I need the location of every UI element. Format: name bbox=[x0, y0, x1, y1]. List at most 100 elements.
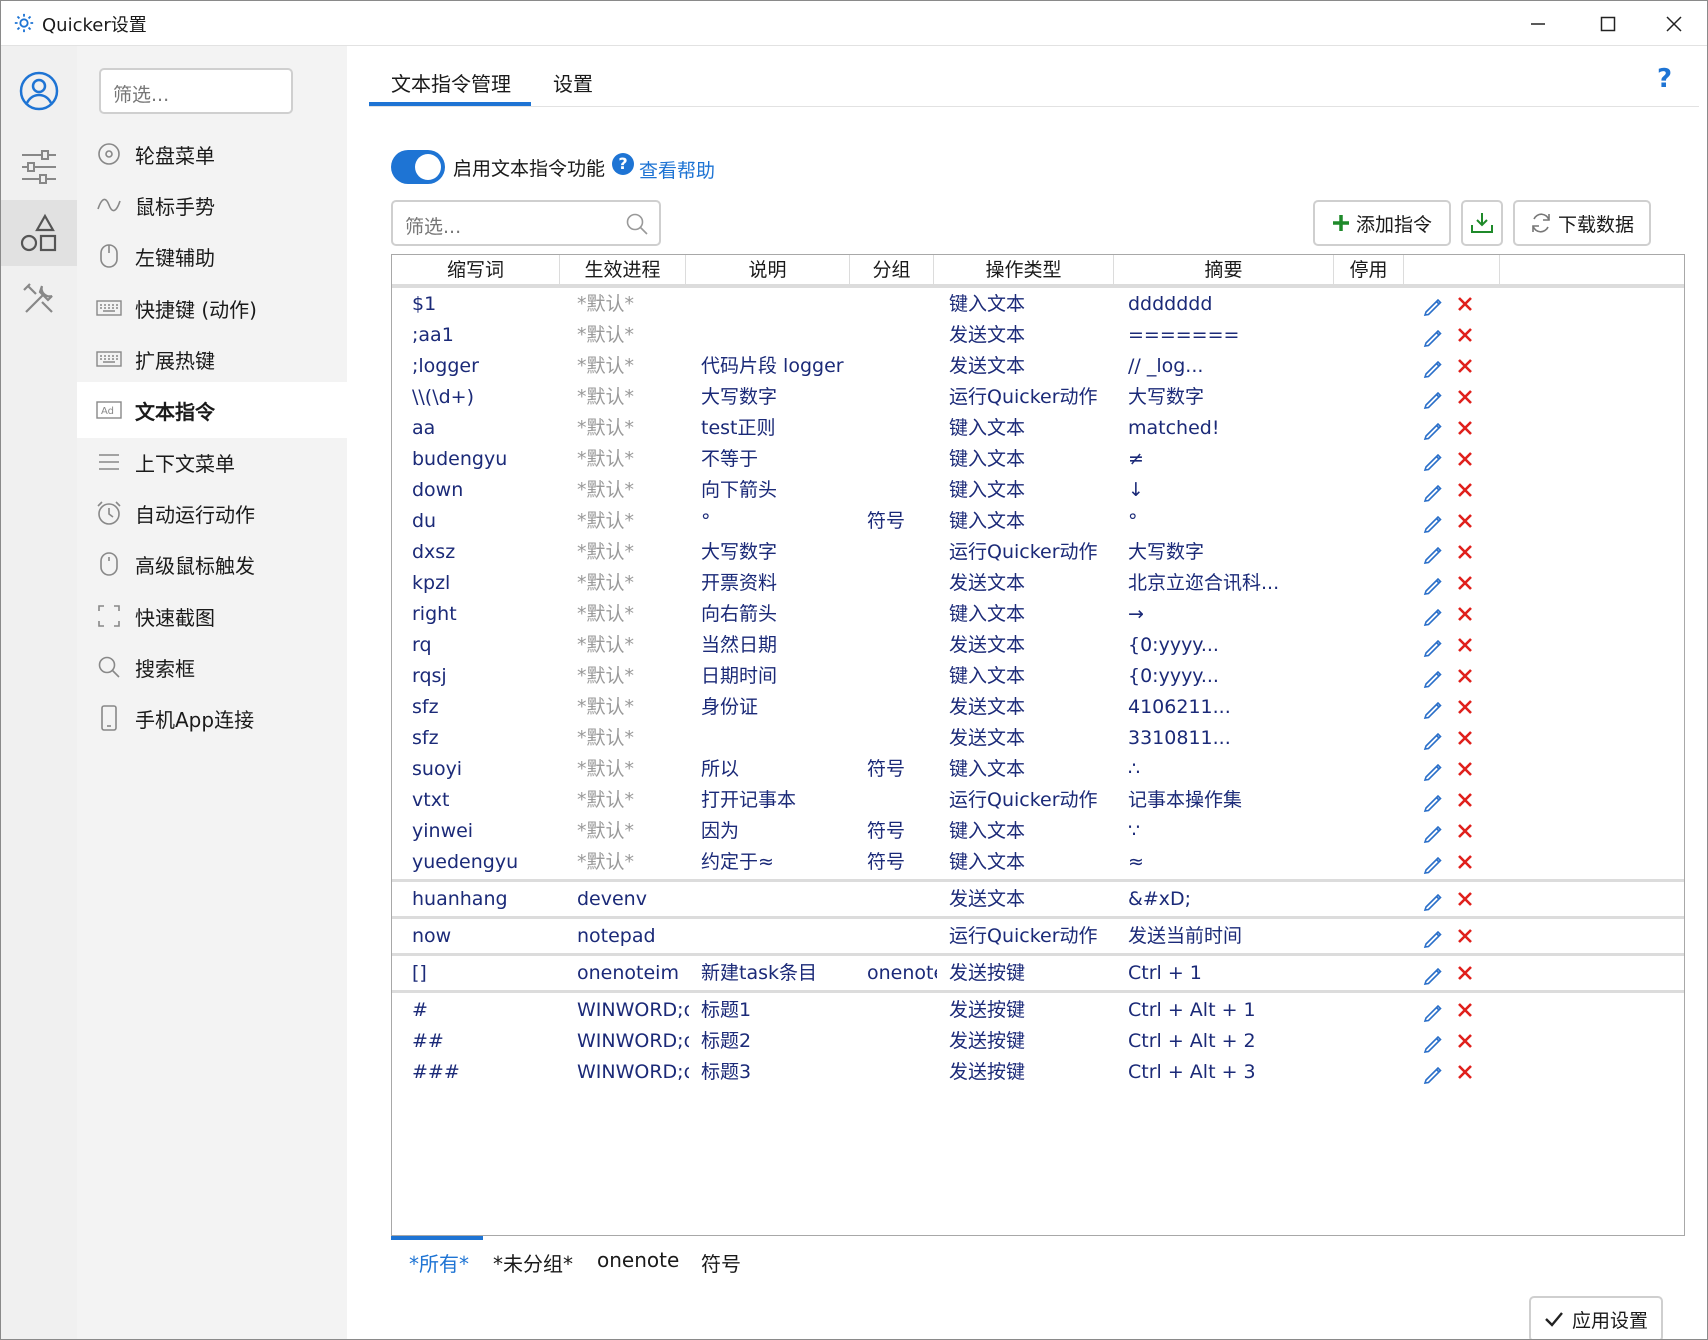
edit-icon[interactable] bbox=[1422, 790, 1444, 812]
delete-icon[interactable] bbox=[1456, 927, 1474, 945]
table-row[interactable]: \\(\d+) *默认* 大写数字 运行Quicker动作 大写数字 bbox=[392, 380, 1684, 414]
sidebar-item-quick-screenshot[interactable]: 快速截图 bbox=[77, 588, 347, 644]
table-row[interactable]: ### WINWORD;or 标题3 发送按键 Ctrl + Alt + 3 bbox=[392, 1055, 1684, 1089]
edit-icon[interactable] bbox=[1422, 387, 1444, 409]
delete-icon[interactable] bbox=[1456, 326, 1474, 344]
command-filter-input[interactable]: 筛选... bbox=[391, 200, 661, 246]
edit-icon[interactable] bbox=[1422, 449, 1444, 471]
sidebar-item-mouse-gesture[interactable]: 鼠标手势 bbox=[77, 177, 347, 233]
edit-icon[interactable] bbox=[1422, 666, 1444, 688]
edit-icon[interactable] bbox=[1422, 1000, 1444, 1022]
sidebar-filter-input[interactable]: 筛选... bbox=[99, 68, 293, 114]
edit-icon[interactable] bbox=[1422, 1062, 1444, 1084]
group-tab-onenote[interactable]: onenote bbox=[597, 1248, 679, 1272]
table-row[interactable]: yuedengyu *默认* 约定于≈ 符号 键入文本 ≈ bbox=[392, 845, 1684, 879]
minimize-button[interactable] bbox=[1503, 1, 1573, 46]
table-row[interactable]: aa *默认* test正则 键入文本 matched! bbox=[392, 411, 1684, 445]
table-row[interactable]: suoyi *默认* 所以 符号 键入文本 ∴ bbox=[392, 752, 1684, 786]
sidebar-item-advanced-mouse-trigger[interactable]: 高级鼠标触发 bbox=[77, 536, 347, 592]
edit-icon[interactable] bbox=[1422, 418, 1444, 440]
sidebar-item-context-menu[interactable]: 上下文菜单 bbox=[77, 434, 347, 490]
delete-icon[interactable] bbox=[1456, 791, 1474, 809]
sidebar-item-auto-run[interactable]: 自动运行动作 bbox=[77, 485, 347, 541]
help-icon[interactable]: ? bbox=[1657, 64, 1672, 94]
table-row[interactable]: vtxt *默认* 打开记事本 运行Quicker动作 记事本操作集 bbox=[392, 783, 1684, 817]
add-command-button[interactable]: 添加指令 bbox=[1313, 200, 1451, 246]
column-header[interactable]: 说明 bbox=[686, 255, 850, 285]
delete-icon[interactable] bbox=[1456, 543, 1474, 561]
delete-icon[interactable] bbox=[1456, 636, 1474, 654]
table-row[interactable]: du *默认* ° 符号 键入文本 ° bbox=[392, 504, 1684, 538]
download-data-button[interactable]: 下载数据 bbox=[1513, 200, 1651, 246]
edit-icon[interactable] bbox=[1422, 542, 1444, 564]
delete-icon[interactable] bbox=[1456, 1063, 1474, 1081]
apply-settings-button[interactable]: 应用设置 bbox=[1529, 1296, 1663, 1339]
edit-icon[interactable] bbox=[1422, 511, 1444, 533]
table-row[interactable]: sfz *默认* 身份证 发送文本 4106211... bbox=[392, 690, 1684, 724]
delete-icon[interactable] bbox=[1456, 357, 1474, 375]
sidebar-item-extended-hotkey[interactable]: 扩展热键 bbox=[77, 331, 347, 387]
table-row[interactable]: budengyu *默认* 不等于 键入文本 ≠ bbox=[392, 442, 1684, 476]
group-tab-all[interactable]: *所有* bbox=[409, 1248, 469, 1277]
group-tab-ungrouped[interactable]: *未分组* bbox=[493, 1248, 573, 1277]
delete-icon[interactable] bbox=[1456, 1001, 1474, 1019]
close-button[interactable] bbox=[1639, 1, 1707, 46]
question-icon[interactable]: ? bbox=[612, 153, 634, 175]
delete-icon[interactable] bbox=[1456, 605, 1474, 623]
activity-shapes[interactable] bbox=[1, 200, 77, 266]
table-row[interactable]: yinwei *默认* 因为 符号 键入文本 ∵ bbox=[392, 814, 1684, 848]
delete-icon[interactable] bbox=[1456, 822, 1474, 840]
sidebar-item-search-box[interactable]: 搜索框 bbox=[77, 639, 347, 695]
table-row[interactable]: # WINWORD;or 标题1 发送按键 Ctrl + Alt + 1 bbox=[392, 993, 1684, 1027]
edit-icon[interactable] bbox=[1422, 821, 1444, 843]
edit-icon[interactable] bbox=[1422, 963, 1444, 985]
sidebar-item-wheel-menu[interactable]: 轮盘菜单 bbox=[77, 126, 347, 182]
delete-icon[interactable] bbox=[1456, 890, 1474, 908]
delete-icon[interactable] bbox=[1456, 481, 1474, 499]
table-row[interactable]: huanhang devenv 发送文本 &#xD; bbox=[392, 882, 1684, 916]
tab-settings[interactable]: 设置 bbox=[553, 68, 593, 108]
edit-icon[interactable] bbox=[1422, 697, 1444, 719]
activity-user[interactable] bbox=[1, 58, 77, 124]
edit-icon[interactable] bbox=[1422, 852, 1444, 874]
sidebar-item-hotkey-action[interactable]: 快捷键 (动作) bbox=[77, 280, 347, 336]
edit-icon[interactable] bbox=[1422, 604, 1444, 626]
delete-icon[interactable] bbox=[1456, 1032, 1474, 1050]
column-header[interactable]: 停用 bbox=[1334, 255, 1404, 285]
delete-icon[interactable] bbox=[1456, 853, 1474, 871]
delete-icon[interactable] bbox=[1456, 512, 1474, 530]
sidebar-item-phone-app[interactable]: 手机App连接 bbox=[77, 690, 347, 746]
activity-settings[interactable] bbox=[1, 134, 77, 200]
delete-icon[interactable] bbox=[1456, 729, 1474, 747]
edit-icon[interactable] bbox=[1422, 926, 1444, 948]
column-header[interactable]: 分组 bbox=[850, 255, 934, 285]
activity-tools[interactable] bbox=[1, 266, 77, 332]
edit-icon[interactable] bbox=[1422, 635, 1444, 657]
delete-icon[interactable] bbox=[1456, 667, 1474, 685]
sidebar-item-left-click-assist[interactable]: 左键辅助 bbox=[77, 228, 347, 284]
table-row[interactable]: sfz *默认* 发送文本 3310811... bbox=[392, 721, 1684, 755]
table-row[interactable]: dxsz *默认* 大写数字 运行Quicker动作 大写数字 bbox=[392, 535, 1684, 569]
table-row[interactable]: rqsj *默认* 日期时间 键入文本 {0:yyyy... bbox=[392, 659, 1684, 693]
import-button[interactable] bbox=[1461, 200, 1503, 246]
delete-icon[interactable] bbox=[1456, 574, 1474, 592]
edit-icon[interactable] bbox=[1422, 759, 1444, 781]
delete-icon[interactable] bbox=[1456, 450, 1474, 468]
column-header[interactable]: 生效进程 bbox=[560, 255, 686, 285]
edit-icon[interactable] bbox=[1422, 325, 1444, 347]
edit-icon[interactable] bbox=[1422, 1031, 1444, 1053]
enable-text-command-toggle[interactable] bbox=[391, 150, 445, 184]
column-header[interactable]: 操作类型 bbox=[934, 255, 1114, 285]
table-row[interactable]: ## WINWORD;or 标题2 发送按键 Ctrl + Alt + 2 bbox=[392, 1024, 1684, 1058]
table-row[interactable]: kpzl *默认* 开票资料 发送文本 北京立迩合讯科... bbox=[392, 566, 1684, 600]
delete-icon[interactable] bbox=[1456, 388, 1474, 406]
delete-icon[interactable] bbox=[1456, 964, 1474, 982]
table-row[interactable]: right *默认* 向右箭头 键入文本 → bbox=[392, 597, 1684, 631]
table-row[interactable]: down *默认* 向下箭头 键入文本 ↓ bbox=[392, 473, 1684, 507]
table-row[interactable]: rq *默认* 当然日期 发送文本 {0:yyyy... bbox=[392, 628, 1684, 662]
edit-icon[interactable] bbox=[1422, 728, 1444, 750]
edit-icon[interactable] bbox=[1422, 294, 1444, 316]
delete-icon[interactable] bbox=[1456, 419, 1474, 437]
maximize-button[interactable] bbox=[1573, 1, 1643, 46]
table-row[interactable]: ;logger *默认* 代码片段 logger 发送文本 // _log... bbox=[392, 349, 1684, 383]
